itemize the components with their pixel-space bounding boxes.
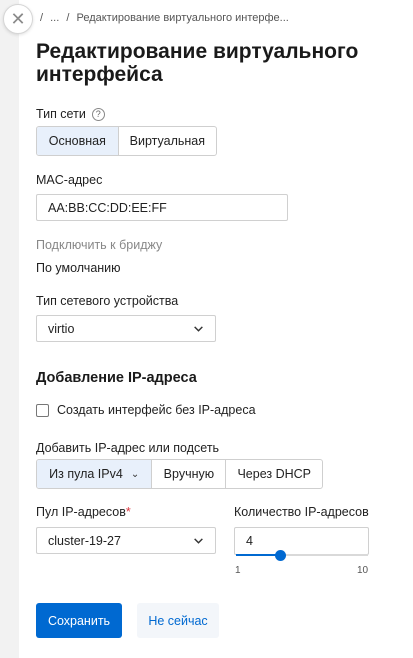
save-button[interactable]: Сохранить	[36, 603, 122, 638]
breadcrumb-ellipsis[interactable]: ...	[50, 12, 59, 24]
add-ip-mode-toggle: Из пула IPv4 ⌄ Вручную Через DHCP	[36, 459, 323, 489]
device-type-value: virtio	[48, 321, 75, 336]
no-ip-checkbox-label: Создать интерфейс без IP-адреса	[57, 403, 256, 417]
no-ip-checkbox[interactable]	[36, 403, 49, 417]
add-ip-option-manual[interactable]: Вручную	[152, 460, 227, 488]
no-ip-checkbox-row[interactable]: Создать интерфейс без IP-адреса	[36, 403, 256, 417]
add-ip-option-pool-label: Из пула IPv4	[49, 467, 123, 481]
bridge-value: По умолчанию	[36, 261, 121, 275]
close-icon[interactable]: ✕	[3, 4, 33, 34]
ip-pool-select[interactable]: cluster-19-27	[36, 527, 216, 554]
mac-label: MAC-адрес	[36, 173, 103, 187]
ip-count-value: 4	[246, 534, 253, 548]
ip-count-input[interactable]: 4	[234, 527, 369, 555]
ip-pool-label-text: Пул IP-адресов	[36, 505, 126, 519]
mac-address-input[interactable]: AA:BB:CC:DD:EE:FF	[36, 194, 288, 221]
network-type-label-text: Тип сети	[36, 107, 86, 121]
slider-min-label: 1	[235, 565, 241, 576]
not-now-button[interactable]: Не сейчас	[137, 603, 219, 638]
device-type-select[interactable]: virtio	[36, 315, 216, 342]
add-ip-option-dhcp[interactable]: Через DHCP	[226, 460, 322, 488]
slider-fill	[236, 554, 280, 556]
slider-thumb[interactable]	[274, 550, 286, 561]
ip-section-title: Добавление IP-адреса	[36, 370, 197, 386]
help-circle-icon[interactable]: ?	[91, 107, 105, 121]
breadcrumb-separator: /	[40, 12, 44, 24]
required-mark: *	[125, 505, 131, 519]
bridge-label: Подключить к бриджу	[36, 238, 163, 252]
ip-pool-label: Пул IP-адресов*	[36, 505, 131, 519]
add-ip-label: Добавить IP-адрес или подсеть	[36, 441, 220, 455]
add-ip-option-pool[interactable]: Из пула IPv4 ⌄	[37, 460, 153, 488]
network-type-label: Тип сети?	[36, 107, 105, 121]
chevron-down-icon	[194, 538, 203, 544]
breadcrumb-current: Редактирование виртуального интерфе...	[76, 12, 289, 24]
page-title: Редактирование виртуального интерфейса	[36, 40, 359, 86]
ip-pool-value: cluster-19-27	[48, 533, 121, 548]
ip-count-slider[interactable]	[236, 550, 368, 561]
chevron-down-icon	[194, 326, 203, 332]
slider-max-label: 10	[357, 565, 369, 576]
background-overlay	[0, 0, 19, 658]
chevron-down-icon: ⌄	[130, 468, 140, 480]
network-type-option-virtual[interactable]: Виртуальная	[119, 127, 216, 155]
device-type-label: Тип сетевого устройства	[36, 294, 179, 308]
network-type-toggle: Основная Виртуальная	[36, 126, 217, 156]
ip-count-label: Количество IP-адресов	[234, 505, 369, 519]
network-type-option-main[interactable]: Основная	[37, 127, 119, 155]
breadcrumb-separator: /	[66, 12, 70, 24]
breadcrumb: / ... / Редактирование виртуального инте…	[40, 12, 293, 24]
